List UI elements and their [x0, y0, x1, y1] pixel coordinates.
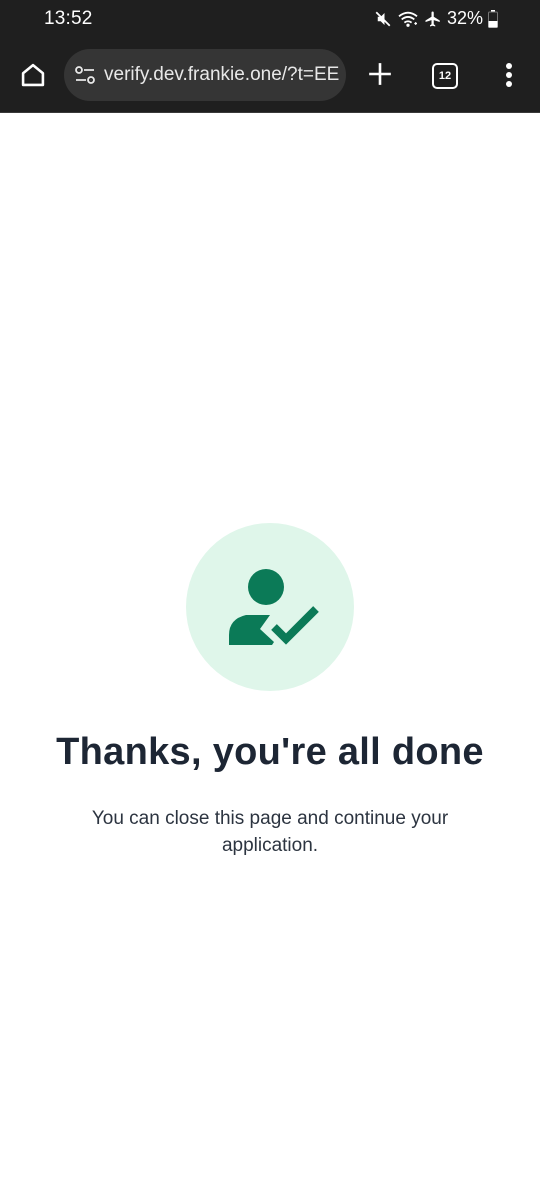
- wifi-icon: [397, 10, 419, 28]
- home-button[interactable]: [14, 56, 52, 94]
- tab-count: 12: [438, 70, 452, 82]
- home-icon: [21, 63, 45, 87]
- battery-percent: 32%: [446, 8, 483, 28]
- more-vert-icon: [506, 63, 512, 87]
- address-bar[interactable]: verify.dev.frankie.one/?t=EE: [64, 49, 346, 101]
- tab-switcher-button[interactable]: 12: [432, 63, 458, 89]
- page-title: Thanks, you're all done: [56, 731, 484, 773]
- status-icons: 32%: [374, 8, 498, 29]
- browser-toolbar: verify.dev.frankie.one/?t=EE 12: [0, 40, 540, 113]
- plus-icon: [369, 63, 391, 85]
- more-menu-button[interactable]: [496, 58, 522, 92]
- status-time: 13:52: [44, 8, 93, 29]
- user-check-icon: [229, 569, 319, 645]
- airplane-icon: [424, 10, 442, 28]
- status-bar: 13:52 32%: [0, 0, 540, 40]
- url-text[interactable]: verify.dev.frankie.one/?t=EE: [104, 64, 342, 86]
- page-content: Thanks, you're all done You can close th…: [0, 113, 540, 1200]
- battery-icon: [488, 9, 498, 28]
- page-message: You can close this page and continue you…: [91, 808, 449, 856]
- site-settings-icon[interactable]: [74, 65, 96, 85]
- mute-icon: [374, 10, 392, 28]
- new-tab-button[interactable]: [364, 58, 396, 90]
- success-icon-badge: [186, 523, 354, 691]
